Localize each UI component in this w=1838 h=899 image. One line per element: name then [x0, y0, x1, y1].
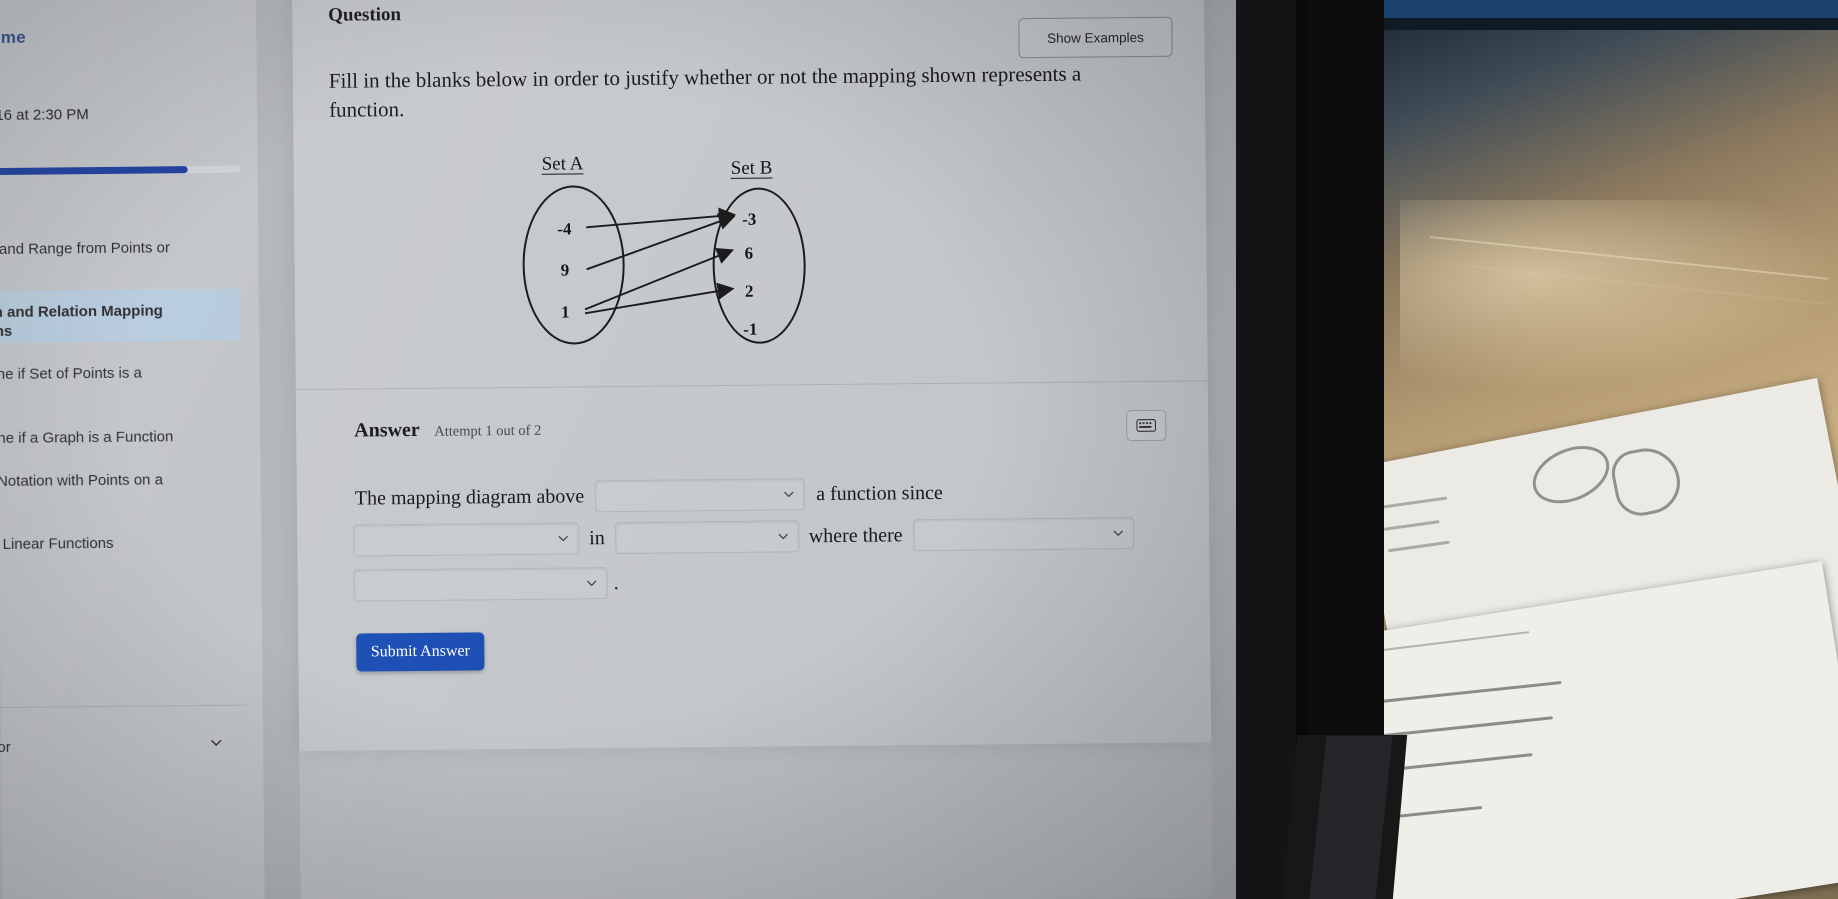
answer-line-1: The mapping diagram above a function sin…	[355, 477, 943, 515]
sidebar: to Home tions ober 16 at 2:30 PM 1% nain…	[0, 0, 265, 899]
answer-line-2: in where there	[353, 517, 1135, 557]
sidebar-due-date: ober 16 at 2:30 PM	[0, 106, 89, 124]
photo-of-laptop-screen: to Home tions ober 16 at 2:30 PM 1% nain…	[0, 0, 1838, 899]
keyboard-icon	[1136, 419, 1157, 432]
attempt-counter: Attempt 1 out of 2	[434, 422, 542, 440]
answer-line-3: .	[353, 567, 619, 602]
paper-doodle	[1607, 442, 1686, 521]
paper-text-line	[1388, 540, 1450, 553]
sidebar-item-graph-is-function[interactable]: ermine if a Graph is a Function	[0, 426, 268, 449]
dropdown-count-choice[interactable]	[913, 517, 1135, 552]
chevron-down-icon[interactable]	[209, 736, 223, 750]
mapping-diagram: Set A Set B -4 9 1 -3 6 2 -1	[494, 151, 826, 369]
dropdown-element-1[interactable]	[353, 522, 580, 557]
answer-line2-mid-text: in	[589, 526, 605, 549]
answer-line1-post-text: a function since	[816, 481, 943, 505]
answer-heading: Answer	[354, 418, 420, 442]
keyboard-button[interactable]	[1126, 409, 1167, 442]
sidebar-item-evaluate-linear[interactable]: uate Linear Functions	[0, 532, 269, 555]
sidebar-item-function-notation-cont[interactable]: ph	[0, 489, 269, 512]
answer-line1-pre-text: The mapping diagram above	[354, 484, 585, 510]
sidebar-item-domain-range-cont[interactable]: e	[0, 256, 267, 279]
page-title: Question	[328, 4, 402, 26]
mapping-arrows	[584, 207, 736, 315]
chevron-down-icon	[558, 535, 568, 542]
laptop-bezel-inner	[1232, 0, 1302, 899]
answer-line3-period: .	[613, 571, 619, 594]
sidebar-home-link[interactable]: to Home	[0, 28, 26, 49]
submit-answer-button[interactable]: Submit Answer	[356, 632, 485, 672]
sidebar-calculator-label[interactable]: ulator	[0, 739, 11, 756]
sidebar-item-set-of-points-cont[interactable]: ction	[0, 382, 268, 405]
laptop-screen: to Home tions ober 16 at 2:30 PM 1% nain…	[0, 0, 1236, 899]
paper-doodle	[1524, 435, 1618, 515]
show-examples-button[interactable]: Show Examples	[1018, 16, 1173, 59]
desk-light-reflection	[1400, 200, 1838, 390]
paper-text-line	[1383, 520, 1440, 531]
sidebar-item-function-relation-mapping-cont[interactable]: grams	[0, 319, 267, 342]
paper-text-line	[1379, 496, 1448, 509]
submit-answer-label: Submit Answer	[370, 642, 470, 661]
answer-line2-post-text: where there	[808, 523, 903, 547]
sidebar-divider	[0, 704, 247, 709]
chevron-down-icon	[784, 491, 794, 498]
dropdown-set-choice[interactable]	[614, 520, 799, 555]
show-examples-label: Show Examples	[1046, 29, 1144, 46]
dropdown-final-choice[interactable]	[353, 567, 608, 602]
sidebar-section-title: tions	[0, 78, 1, 95]
dropdown-is-or-is-not[interactable]	[595, 478, 806, 513]
chevron-down-icon	[587, 580, 597, 587]
question-card: Question Show Examples Fill in the blank…	[291, 0, 1212, 752]
section-divider	[295, 380, 1208, 391]
chevron-down-icon	[778, 533, 788, 540]
question-prompt: Fill in the blanks below in order to jus…	[328, 61, 1082, 122]
chevron-down-icon	[1113, 530, 1124, 537]
progress-bar-fill	[0, 166, 188, 176]
card-footer-area	[299, 742, 1213, 899]
